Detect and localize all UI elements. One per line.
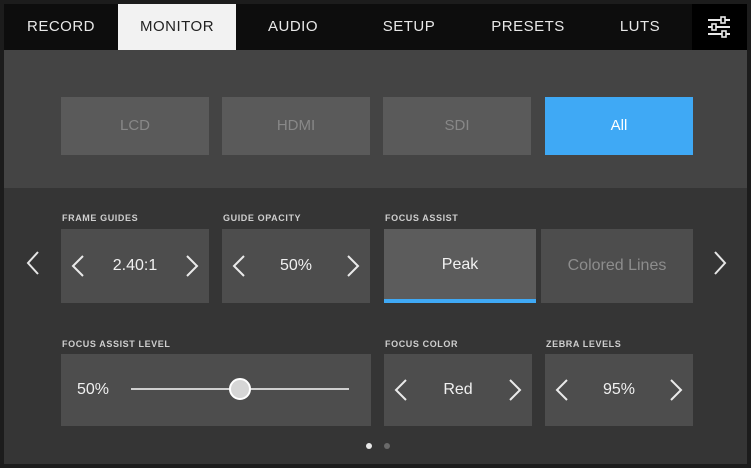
guide-opacity-stepper: 50% <box>222 229 370 303</box>
focus-assist-label: FOCUS ASSIST <box>385 213 459 223</box>
monitor-sdi-button[interactable]: SDI <box>383 97 531 155</box>
sliders-icon <box>708 16 730 38</box>
guide-opacity-increment[interactable] <box>346 254 360 278</box>
zebra-levels-label: ZEBRA LEVELS <box>546 339 622 349</box>
focus-assist-peak-label: Peak <box>441 256 479 273</box>
chevron-right-icon <box>714 251 727 275</box>
zebra-levels-increment[interactable] <box>669 378 683 402</box>
focus-assist-level-control: 50% <box>61 354 371 426</box>
chevron-right-icon <box>509 379 522 401</box>
frame-guides-stepper: 2.40:1 <box>61 229 209 303</box>
focus-assist-level-value: 50% <box>77 381 110 398</box>
tab-presets[interactable]: PRESETS <box>468 4 588 50</box>
tab-audio[interactable]: AUDIO <box>236 4 350 50</box>
focus-assist-colored-lines-option[interactable]: Colored Lines <box>541 229 693 303</box>
frame-guides-decrement[interactable] <box>71 254 85 278</box>
selected-indicator <box>384 299 536 303</box>
chevron-right-icon <box>670 379 683 401</box>
chevron-left-icon <box>71 255 84 277</box>
focus-color-decrement[interactable] <box>394 378 408 402</box>
page-dot-2[interactable] <box>384 443 390 449</box>
monitor-lcd-button[interactable]: LCD <box>61 97 209 155</box>
monitor-selector: LCD HDMI SDI All <box>4 50 747 188</box>
tab-monitor[interactable]: MONITOR <box>118 4 236 50</box>
tab-setup[interactable]: SETUP <box>350 4 468 50</box>
monitor-all-button[interactable]: All <box>545 97 693 155</box>
chevron-left-icon <box>26 251 39 275</box>
chevron-right-icon <box>347 255 360 277</box>
tab-bar: RECORD MONITOR AUDIO SETUP PRESETS LUTS <box>4 4 747 50</box>
focus-assist-level-slider-handle[interactable] <box>229 378 251 400</box>
settings-tab-button[interactable] <box>692 4 747 50</box>
tab-luts[interactable]: LUTS <box>588 4 692 50</box>
tab-record[interactable]: RECORD <box>4 4 118 50</box>
chevron-left-icon <box>394 379 407 401</box>
previous-page-arrow[interactable] <box>26 250 40 281</box>
focus-color-stepper: Red <box>384 354 532 426</box>
chevron-right-icon <box>186 255 199 277</box>
chevron-left-icon <box>555 379 568 401</box>
zebra-levels-decrement[interactable] <box>555 378 569 402</box>
focus-assist-peak-option[interactable]: Peak <box>384 229 536 303</box>
next-page-arrow[interactable] <box>713 250 727 281</box>
frame-guides-increment[interactable] <box>185 254 199 278</box>
guide-opacity-label: GUIDE OPACITY <box>223 213 302 223</box>
focus-assist-level-label: FOCUS ASSIST LEVEL <box>62 339 171 349</box>
chevron-left-icon <box>232 255 245 277</box>
camera-screen: RECORD MONITOR AUDIO SETUP PRESETS LUTS … <box>4 4 747 464</box>
page-dot-1[interactable] <box>366 443 372 449</box>
focus-color-label: FOCUS COLOR <box>385 339 459 349</box>
focus-assist-colored-lines-label: Colored Lines <box>567 257 667 274</box>
monitor-hdmi-button[interactable]: HDMI <box>222 97 370 155</box>
frame-guides-label: FRAME GUIDES <box>62 213 139 223</box>
focus-color-increment[interactable] <box>508 378 522 402</box>
zebra-levels-stepper: 95% <box>545 354 693 426</box>
monitor-settings-panel: FRAME GUIDES 2.40:1 GUIDE OPACITY 50% FO… <box>4 188 747 464</box>
guide-opacity-decrement[interactable] <box>232 254 246 278</box>
